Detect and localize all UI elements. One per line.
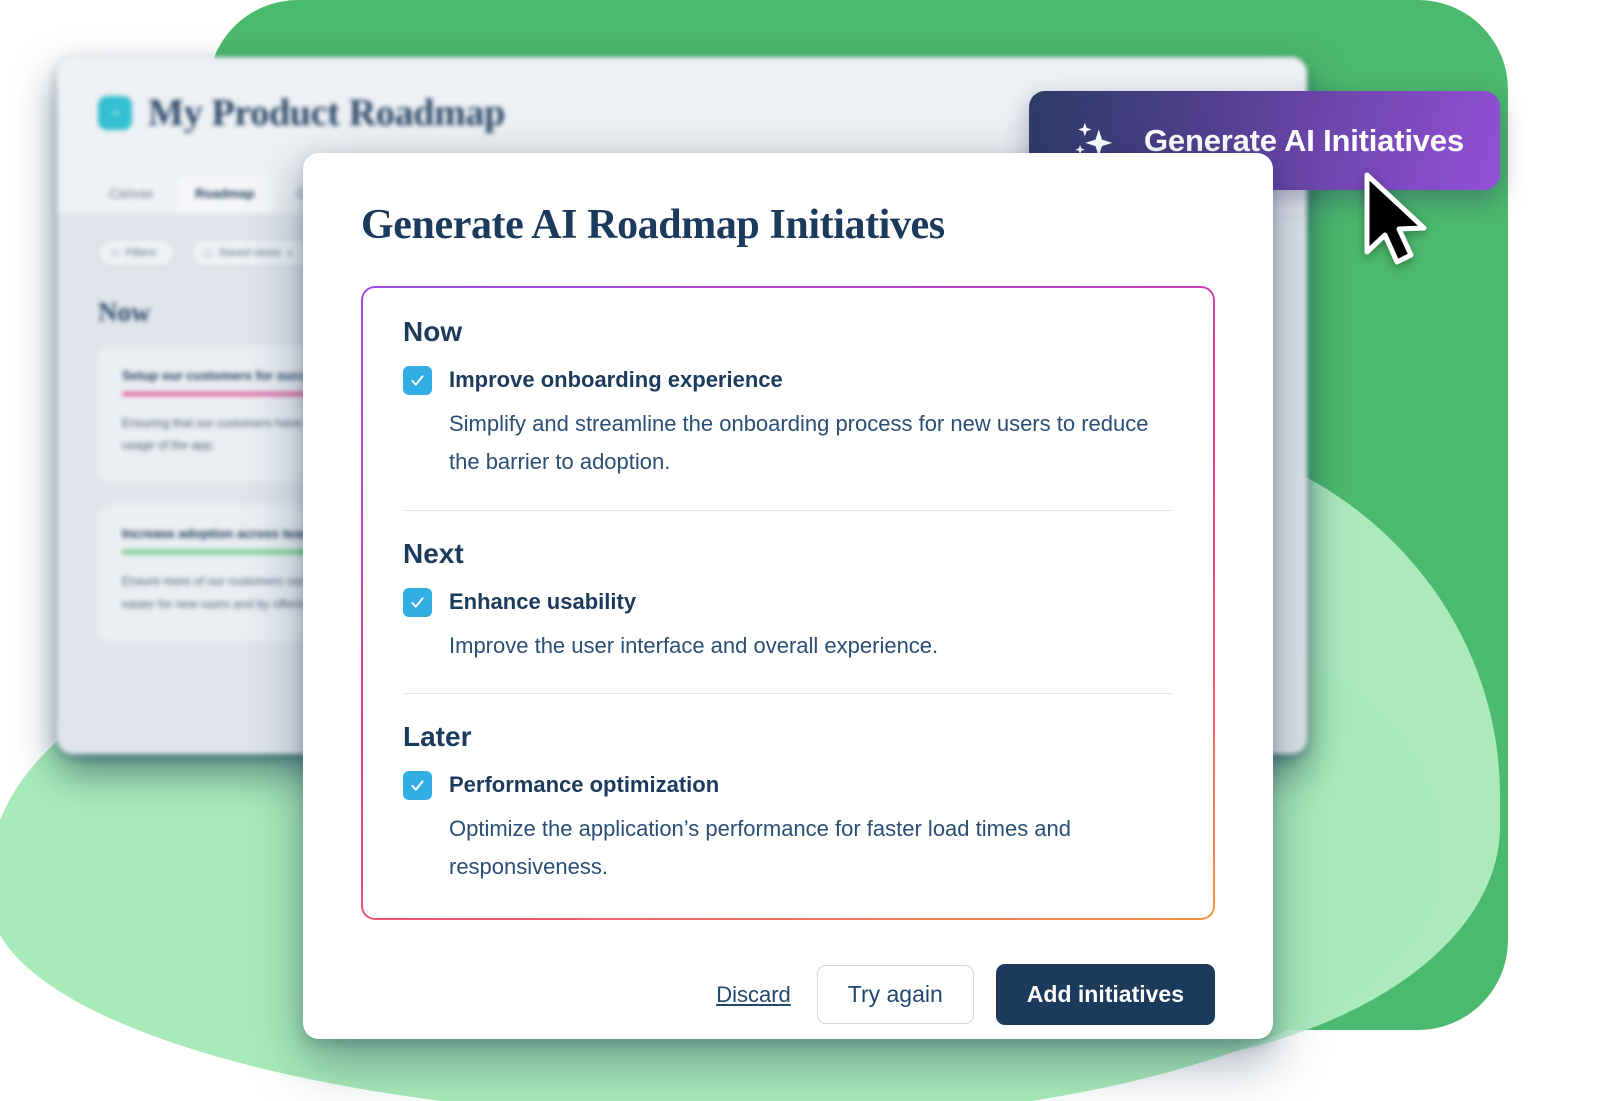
modal-title: Generate AI Roadmap Initiatives [361, 202, 945, 248]
initiative-group-now: Now Improve onboarding experience Simpli… [403, 316, 1173, 510]
initiative-checkbox[interactable] [403, 366, 432, 395]
tab-roadmap[interactable]: Roadmap [176, 176, 274, 213]
initiative-name: Improve onboarding experience [449, 367, 783, 392]
initiative-name: Enhance usability [449, 588, 637, 614]
initiative-name: Performance optimization [449, 772, 720, 798]
initiative-item[interactable]: Enhance usability [403, 586, 1173, 617]
logo-glyph: ∞ [111, 107, 120, 119]
screenshot-stage: ∞ My Product Roadmap Canvas Roadmap Obje… [0, 0, 1600, 1101]
group-title: Later [403, 721, 472, 753]
initiative-checkbox[interactable] [403, 771, 432, 801]
initiative-group-later: Later Performance optimization Optimize … [403, 693, 1173, 915]
group-title: Now [403, 316, 463, 347]
check-icon [411, 375, 424, 386]
initiative-description: Optimize the application’s performance f… [449, 816, 1072, 880]
page-title: My Product Roadmap [148, 92, 506, 134]
group-title: Next [403, 537, 464, 569]
initiative-group-next: Next Enhance usability Improve the user … [403, 509, 1173, 694]
saved-views-chip-label: Saved views [218, 247, 281, 259]
ai-results-list: Now Improve onboarding experience Simpli… [363, 288, 1213, 918]
check-icon [411, 780, 424, 792]
initiative-description: Improve the user interface and overall e… [449, 632, 939, 658]
add-initiatives-button[interactable]: Add initiatives [995, 964, 1215, 1025]
try-again-button[interactable]: Try again [816, 965, 974, 1024]
generate-ai-roadmap-modal: Generate AI Roadmap Initiatives Now Impr… [303, 153, 1273, 1039]
app-logo-icon: ∞ [98, 96, 132, 130]
tab-canvas[interactable]: Canvas [90, 176, 172, 213]
saved-views-icon [203, 249, 212, 257]
discard-button[interactable]: Discard [712, 974, 795, 1016]
initiative-checkbox[interactable] [403, 587, 432, 617]
filters-chip-label: Filters [126, 247, 156, 259]
check-icon [411, 596, 424, 608]
chevron-down-icon: ▾ [287, 248, 292, 258]
initiative-item[interactable]: Improve onboarding experience [403, 364, 1173, 395]
modal-footer: Discard Try again Add initiatives [361, 964, 1215, 1025]
initiative-item[interactable]: Performance optimization [403, 769, 1173, 801]
saved-views-chip[interactable]: Saved views ▾ [190, 239, 311, 267]
filter-icon [111, 249, 119, 257]
filters-chip[interactable]: Filters [98, 239, 175, 267]
ai-results-panel: Now Improve onboarding experience Simpli… [361, 286, 1215, 920]
initiative-description: Simplify and streamline the onboarding p… [449, 411, 1149, 474]
